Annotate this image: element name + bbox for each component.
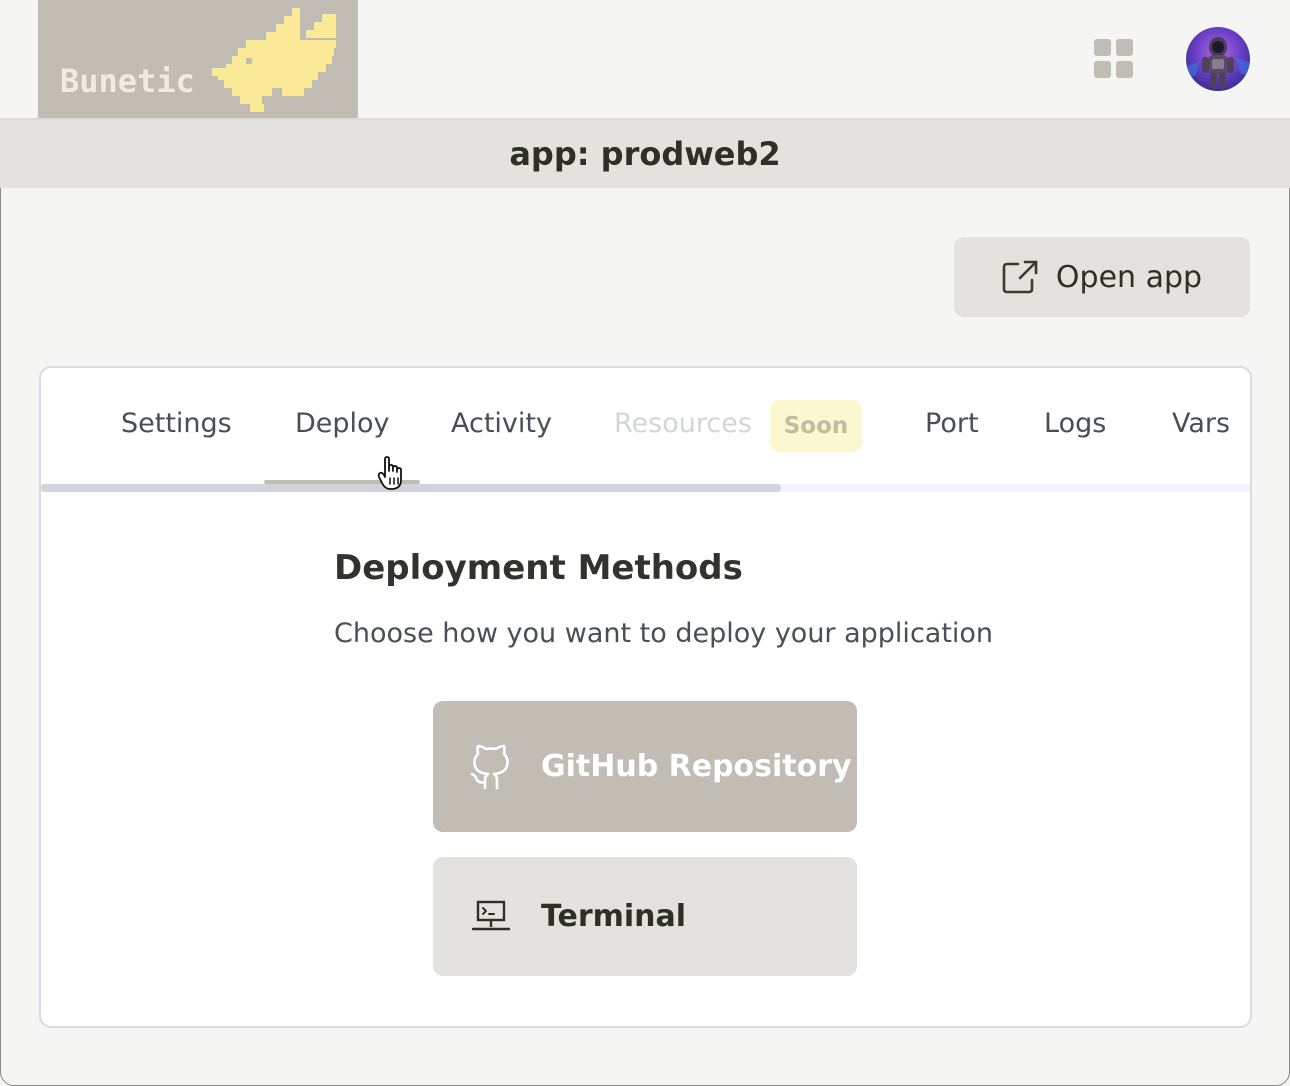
top-header: Bunetic <box>0 0 1290 120</box>
open-app-label: Open app <box>1055 259 1203 295</box>
grid-cell <box>1094 61 1111 78</box>
app-title-bar: app: prodweb2 <box>0 120 1290 188</box>
user-avatar[interactable] <box>1186 27 1250 91</box>
open-app-button[interactable]: Open app <box>954 237 1250 317</box>
soon-badge: Soon <box>770 400 862 452</box>
github-repository-label: GitHub Repository <box>541 749 852 784</box>
tab-activity[interactable]: Activity <box>451 408 552 439</box>
github-repository-button[interactable]: GitHub Repository <box>433 701 857 832</box>
github-icon <box>469 744 513 790</box>
app-detail-card: Settings Deploy Activity Resources Soon … <box>39 366 1252 1028</box>
apps-grid-icon[interactable] <box>1094 39 1134 79</box>
logo[interactable]: Bunetic <box>38 0 358 118</box>
external-link-icon <box>1002 260 1038 294</box>
bunny-logo-icon <box>212 8 336 112</box>
logo-text: Bunetic <box>60 62 195 100</box>
terminal-label: Terminal <box>541 899 687 934</box>
deployment-methods-title: Deployment Methods <box>334 548 743 588</box>
tab-deploy[interactable]: Deploy <box>295 408 390 439</box>
grid-cell <box>1116 61 1133 78</box>
grid-cell <box>1116 39 1133 56</box>
deployment-methods-description: Choose how you want to deploy your appli… <box>334 618 994 649</box>
tab-logs[interactable]: Logs <box>1044 408 1106 439</box>
tab-resources: Resources <box>614 408 752 439</box>
grid-cell <box>1094 39 1111 56</box>
active-tab-indicator <box>264 480 420 484</box>
tab-port[interactable]: Port <box>925 408 979 439</box>
terminal-icon <box>469 899 513 935</box>
terminal-button[interactable]: Terminal <box>433 857 857 976</box>
app-title: app: prodweb2 <box>509 135 781 173</box>
tab-scrollbar-thumb[interactable] <box>41 484 781 492</box>
tab-bar: Settings Deploy Activity Resources Soon … <box>41 368 1250 492</box>
astronaut-avatar-icon <box>1186 27 1250 91</box>
tab-settings[interactable]: Settings <box>121 408 232 439</box>
tab-vars[interactable]: Vars <box>1172 408 1230 439</box>
